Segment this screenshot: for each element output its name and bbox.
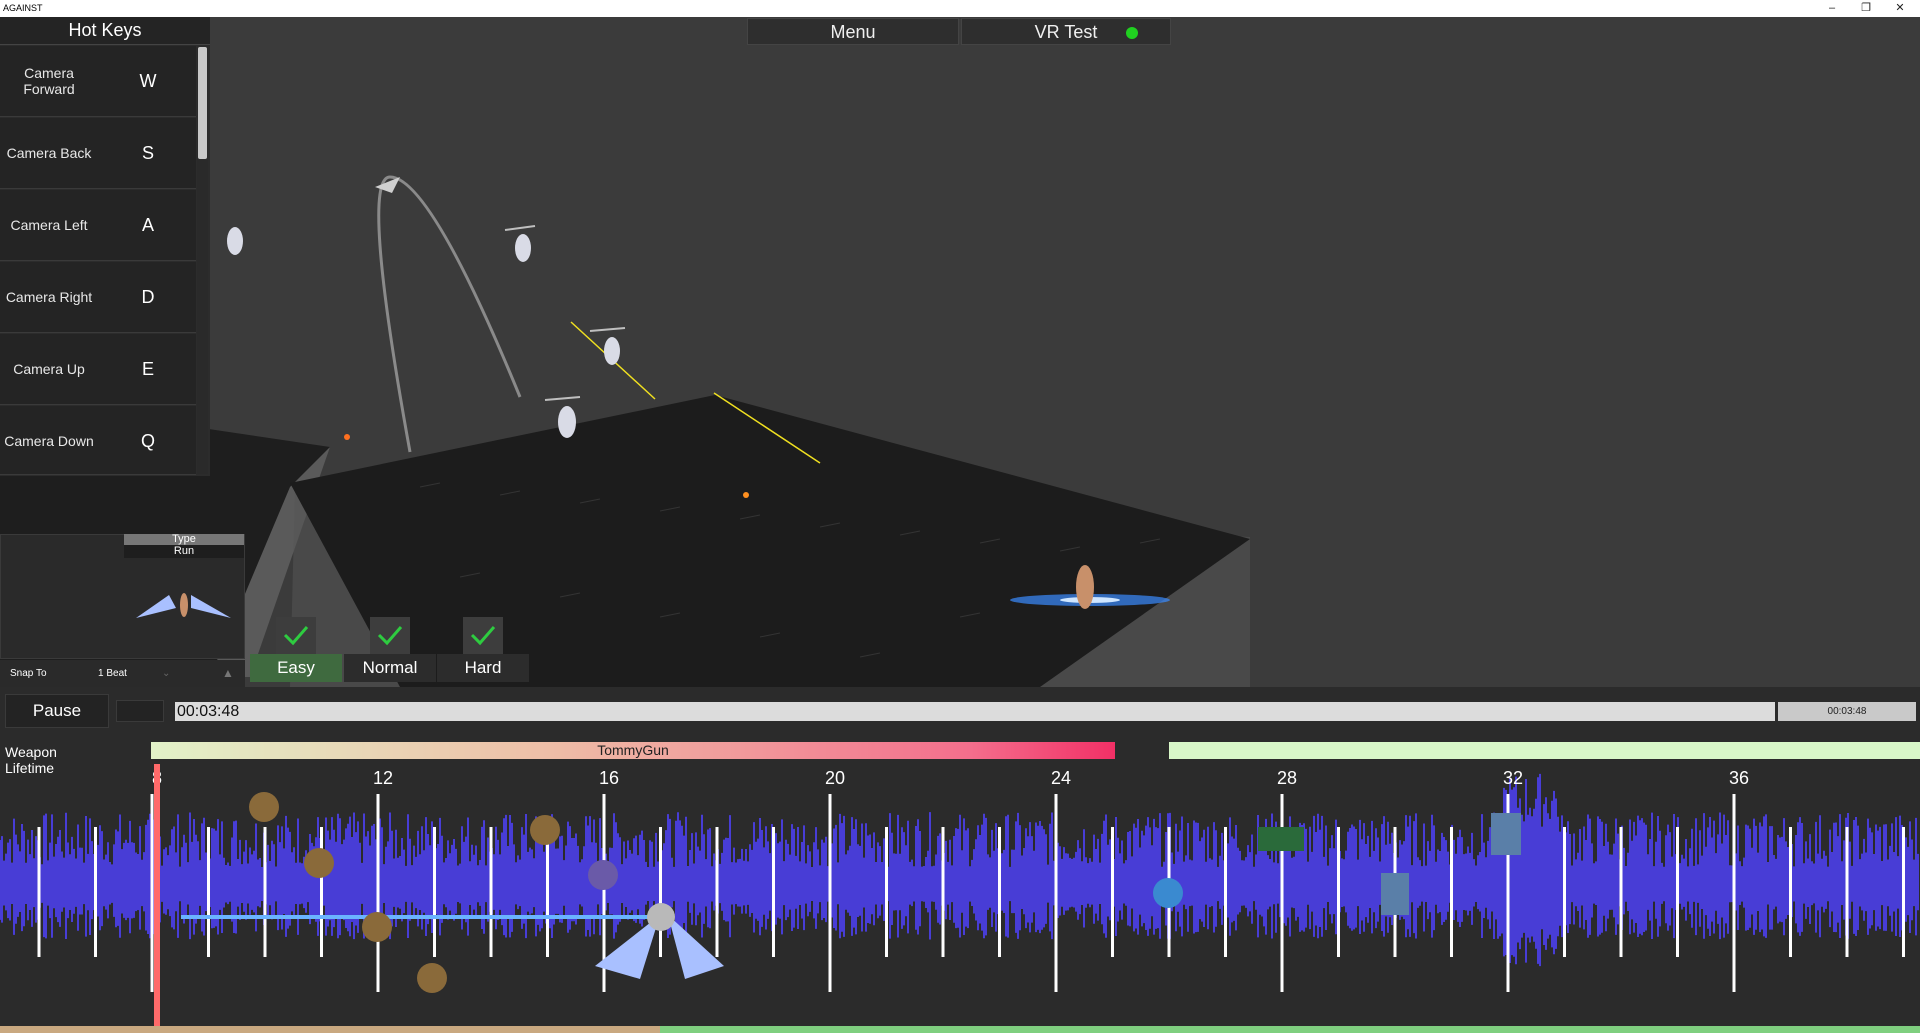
enemy-note [588,860,618,890]
playhead[interactable] [154,764,160,1026]
vr-test-button[interactable]: VR Test [961,18,1171,45]
window-titlebar: AGAINST – ❐ ✕ [0,0,1920,17]
hotkey-label: Camera Back [6,145,92,161]
hotkey-key: E [141,359,154,379]
hotkey-label: Camera Down [4,433,94,449]
run-note-head [647,903,675,931]
hotkey-label: Camera Forward [23,65,75,97]
scene-render [0,17,1920,687]
beat-label: 20 [825,768,845,788]
hotkey-label: Camera Up [13,361,85,377]
snap-row: Snap To 1 Beat ⌄ ▲ [0,660,245,687]
check-icon [377,626,403,646]
weapon-pickup-note [1153,878,1183,908]
check-icon [470,626,496,646]
beat-label: 28 [1277,768,1297,788]
type-value: Run [173,545,195,557]
vr-status-indicator [1126,27,1138,39]
type-box[interactable]: Type Run [124,534,244,558]
hotkey-key: D [141,287,155,307]
beat-label: 24 [1051,768,1071,788]
beat-label: 12 [373,768,393,788]
lock-icon[interactable]: ▲ [222,666,236,681]
obstacle-note [1381,873,1409,915]
close-button[interactable]: ✕ [1880,0,1920,17]
easy-checkbox[interactable] [276,617,316,657]
section-strip [660,1026,1920,1033]
snap-dropdown[interactable]: 1 Beat [98,660,127,687]
type-label: Type [124,534,244,545]
waveform [0,773,1919,967]
normal-checkbox[interactable] [370,617,410,657]
obstacle-note [1491,813,1521,855]
hotkeys-title: Hot Keys [0,17,210,45]
difficulty-easy-button[interactable]: Easy [250,654,342,682]
enemy-note [362,912,392,942]
hotkeys-scroll-thumb[interactable] [198,47,207,159]
hotkey-row[interactable]: Camera Left A [0,190,196,261]
hotkey-row[interactable]: Camera Up E [0,334,196,405]
hotkey-key: A [141,215,154,235]
beat-label: 36 [1729,768,1749,788]
enemy-note [249,792,279,822]
hotkey-key: W [139,71,157,91]
enemy-note [530,815,560,845]
section-strip [0,1026,660,1033]
enemy-note [304,848,334,878]
waveform-track[interactable]: 8 12 16 20 24 28 32 36 [0,687,1920,1033]
hotkey-row[interactable]: Camera Back S [0,118,196,189]
timeline-panel[interactable]: Pause 00:03:48 00:03:48 Weapon Lifetime … [0,687,1920,1033]
obstacle-note [1258,827,1304,851]
hotkey-label: Camera Left [10,217,88,233]
difficulty-hard-button[interactable]: Hard [437,654,529,682]
hotkey-key: Q [140,431,155,451]
check-icon [283,626,309,646]
hotkey-key: S [141,143,154,163]
hotkey-label: Camera Right [5,289,93,305]
hotkey-row[interactable]: Camera Forward W [0,46,196,117]
enemy-note [417,963,447,993]
difficulty-normal-button[interactable]: Normal [344,654,436,682]
player-figure [1076,565,1094,609]
hotkeys-panel: Hot Keys Camera Forward W Camera Back S … [0,17,210,476]
hard-checkbox[interactable] [463,617,503,657]
snap-label: Snap To [10,668,47,679]
window-title: AGAINST [3,3,43,13]
menu-button[interactable]: Menu [747,18,959,45]
beat-label: 16 [599,768,619,788]
beat-label: 32 [1503,768,1523,788]
chevron-down-icon[interactable]: ⌄ [162,660,170,687]
vr-test-label: VR Test [1034,22,1098,42]
scene-viewport[interactable]: Menu VR Test Hot Keys Camera Forward W C… [0,17,1920,687]
hotkey-row[interactable]: Camera Right D [0,262,196,333]
hotkey-row[interactable]: Camera Down Q [0,406,196,475]
